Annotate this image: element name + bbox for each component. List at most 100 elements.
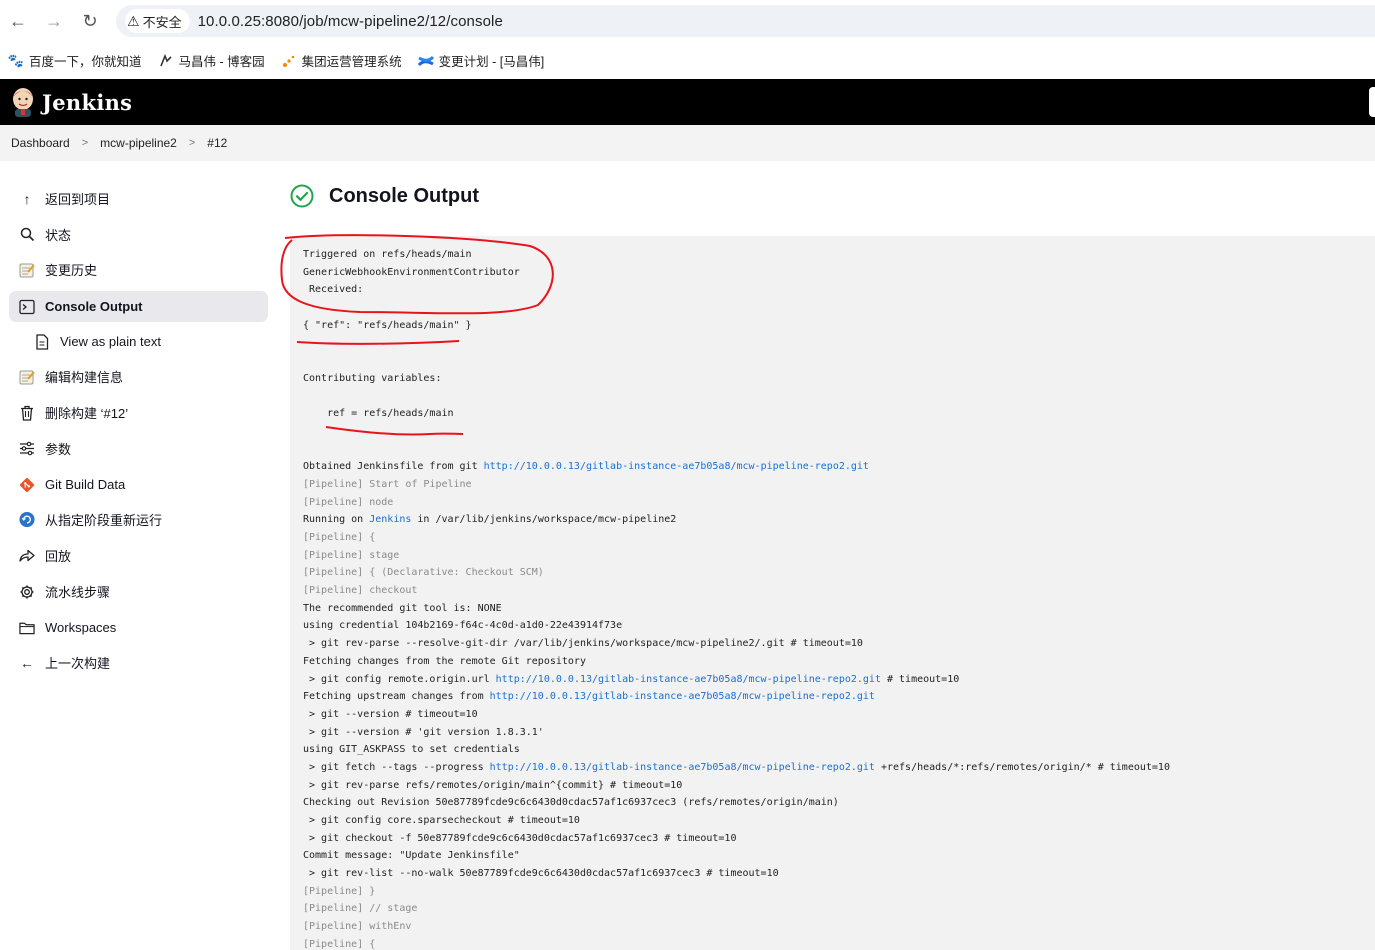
bookmark-label: 马昌伟 - 博客园 — [178, 55, 265, 69]
console-line: [Pipeline] } — [303, 883, 1170, 901]
console-text: > git fetch --tags --progress — [303, 761, 490, 773]
bookmark-ops-system[interactable]: 集团运营管理系统 — [281, 51, 402, 70]
sidebar-item-replay[interactable]: 回放 — [9, 540, 268, 571]
console-line: [Pipeline] // stage — [303, 900, 1170, 918]
console-text: ref = refs/heads/main — [303, 408, 454, 420]
console-pipeline-step: [Pipeline] { — [303, 532, 376, 543]
console-pipeline-step: [Pipeline] } — [303, 885, 376, 897]
bookmark-baidu[interactable]: 🐾 百度一下，你就知道 — [8, 51, 142, 70]
sidebar-item-parameters[interactable]: 参数 — [9, 433, 268, 464]
notepad-icon — [19, 369, 35, 385]
console-line: [Pipeline] { — [303, 936, 1170, 950]
sidebar-item-restart-from-stage[interactable]: 从指定阶段重新运行 — [9, 504, 268, 535]
sidebar-item-workspaces[interactable]: Workspaces — [9, 612, 268, 643]
sidebar-item-plain-text[interactable]: View as plain text — [24, 326, 268, 357]
page-title: Console Output — [329, 184, 479, 207]
console-text: > git --version # timeout=10 — [303, 708, 478, 720]
breadcrumb-job[interactable]: mcw-pipeline2 — [100, 136, 177, 150]
console-text: Triggered on refs/heads/main — [303, 249, 472, 260]
console-text: > git rev-parse --resolve-git-dir /var/l… — [303, 638, 863, 650]
console-link[interactable]: http://10.0.0.13/gitlab-instance-ae7b05a… — [490, 762, 875, 773]
console-line: Fetching changes from the remote Git rep… — [303, 653, 1170, 671]
sidebar-item-changes[interactable]: 变更历史 — [9, 254, 268, 285]
page-heading: Console Output — [290, 184, 479, 208]
security-indicator[interactable]: ⚠ 不安全 — [125, 9, 190, 33]
console-line: [Pipeline] node — [303, 494, 1170, 512]
git-icon — [19, 477, 35, 493]
console-output[interactable]: Triggered on refs/heads/main GenericWebho… — [290, 236, 1375, 950]
success-status-icon — [290, 184, 314, 208]
console-text: { "ref": "refs/heads/main" } — [303, 319, 472, 331]
bookmark-cnblogs[interactable]: 马昌伟 - 博客园 — [158, 51, 265, 70]
console-text: Contributing variables: — [303, 372, 442, 384]
sidebar: ↑ 返回到项目 状态 变更历史 Console Output View as p… — [0, 161, 278, 950]
arrow-up-icon: ↑ — [23, 190, 31, 207]
reload-button[interactable]: ↻ — [72, 0, 108, 42]
sidebar-item-previous-build[interactable]: ← 上一次构建 — [9, 647, 268, 678]
document-icon — [34, 333, 50, 350]
breadcrumb-dashboard[interactable]: Dashboard — [11, 136, 70, 150]
console-text: > git --version # 'git version 1.8.3.1' — [303, 726, 544, 738]
console-link[interactable]: http://10.0.0.13/gitlab-instance-ae7b05a… — [496, 674, 881, 685]
sidebar-item-status[interactable]: 状态 — [9, 219, 268, 250]
sidebar-item-back-to-project[interactable]: ↑ 返回到项目 — [9, 183, 268, 214]
url-text[interactable]: 10.0.0.25:8080/job/mcw-pipeline2/12/cons… — [198, 13, 503, 30]
console-pipeline-step: [Pipeline] stage — [303, 549, 400, 561]
breadcrumb-build[interactable]: #12 — [207, 136, 227, 150]
console-pipeline-step: [Pipeline] { (Declarative: Checkout SCM) — [303, 567, 544, 579]
console-pipeline-step: [Pipeline] node — [303, 496, 394, 508]
console-link[interactable]: Jenkins — [369, 514, 411, 525]
console-line: using GIT_ASKPASS to set credentials — [303, 741, 1170, 759]
console-line: Commit message: "Update Jenkinsfile" — [303, 847, 1170, 865]
console-pipeline-step: [Pipeline] checkout — [303, 585, 418, 597]
restart-icon — [19, 511, 35, 528]
sidebar-item-label: 上一次构建 — [45, 656, 111, 671]
sidebar-item-label: 删除构建 ‘#12’ — [45, 406, 129, 421]
forward-button[interactable]: → — [36, 0, 72, 42]
sidebar-item-label: Console Output — [45, 299, 143, 314]
sidebar-item-pipeline-steps[interactable]: 流水线步骤 — [9, 576, 268, 607]
sidebar-item-label: Git Build Data — [45, 477, 126, 492]
sidebar-item-label: 状态 — [45, 228, 72, 243]
console-line: > git rev-parse --resolve-git-dir /var/l… — [303, 635, 1170, 653]
console-line: [Pipeline] Start of Pipeline — [303, 476, 1170, 494]
console-line: > git fetch --tags --progress http://10.… — [303, 759, 1170, 777]
console-link[interactable]: http://10.0.0.13/gitlab-instance-ae7b05a… — [484, 461, 869, 472]
console-text: +refs/heads/*:refs/remotes/origin/* # ti… — [874, 761, 1170, 773]
console-text: # timeout=10 — [880, 673, 960, 685]
notepad-icon — [19, 262, 35, 278]
console-text: > git checkout -f 50e87789fcde9c6c6430d0… — [303, 832, 737, 844]
arrow-right-icon: → — [45, 10, 63, 31]
sidebar-item-console-output[interactable]: Console Output — [9, 291, 268, 322]
arrow-left-icon: ← — [20, 654, 34, 671]
sidebar-item-edit-build-info[interactable]: 编辑构建信息 — [9, 361, 268, 392]
sidebar-item-git-build-data[interactable]: Git Build Data — [9, 469, 268, 500]
chevron-right-icon: > — [188, 137, 196, 149]
console-text: The recommended git tool is: NONE — [303, 602, 502, 614]
console-line: using credential 104b2169-f64c-4c0d-a1d0… — [303, 617, 1170, 635]
console-line: > git config remote.origin.url http://10… — [303, 671, 1170, 689]
console-text: GenericWebhookEnvironmentContributor — [303, 266, 520, 278]
console-line: Obtained Jenkinsfile from git http://10.… — [303, 458, 1170, 476]
console-link[interactable]: http://10.0.0.13/gitlab-instance-ae7b05a… — [490, 691, 875, 702]
console-pipeline-step: [Pipeline] Start of Pipeline — [303, 478, 472, 490]
jenkins-logo-icon[interactable] — [10, 87, 36, 117]
console-line: Received: — [303, 281, 1170, 299]
ops-system-icon — [281, 53, 297, 69]
console-line: > git config core.sparsecheckout # timeo… — [303, 812, 1170, 830]
console-line: [Pipeline] { (Declarative: Checkout SCM) — [303, 564, 1170, 582]
console-line: Running on Jenkins in /var/lib/jenkins/w… — [303, 511, 1170, 529]
address-bar[interactable]: ⚠ 不安全 10.0.0.25:8080/job/mcw-pipeline2/1… — [116, 5, 1375, 37]
console-text: Running on — [303, 514, 370, 526]
app-title[interactable]: Jenkins — [42, 90, 132, 115]
back-button[interactable]: ← — [0, 0, 36, 42]
bookmark-confluence[interactable]: 变更计划 - [马昌伟] — [417, 51, 544, 70]
sidebar-item-delete-build[interactable]: 删除构建 ‘#12’ — [9, 397, 268, 428]
console-line: The recommended git tool is: NONE — [303, 600, 1170, 618]
console-pipeline-step: [Pipeline] // stage — [303, 903, 418, 915]
chevron-right-icon: > — [81, 137, 89, 149]
search-box-edge[interactable] — [1369, 87, 1375, 117]
